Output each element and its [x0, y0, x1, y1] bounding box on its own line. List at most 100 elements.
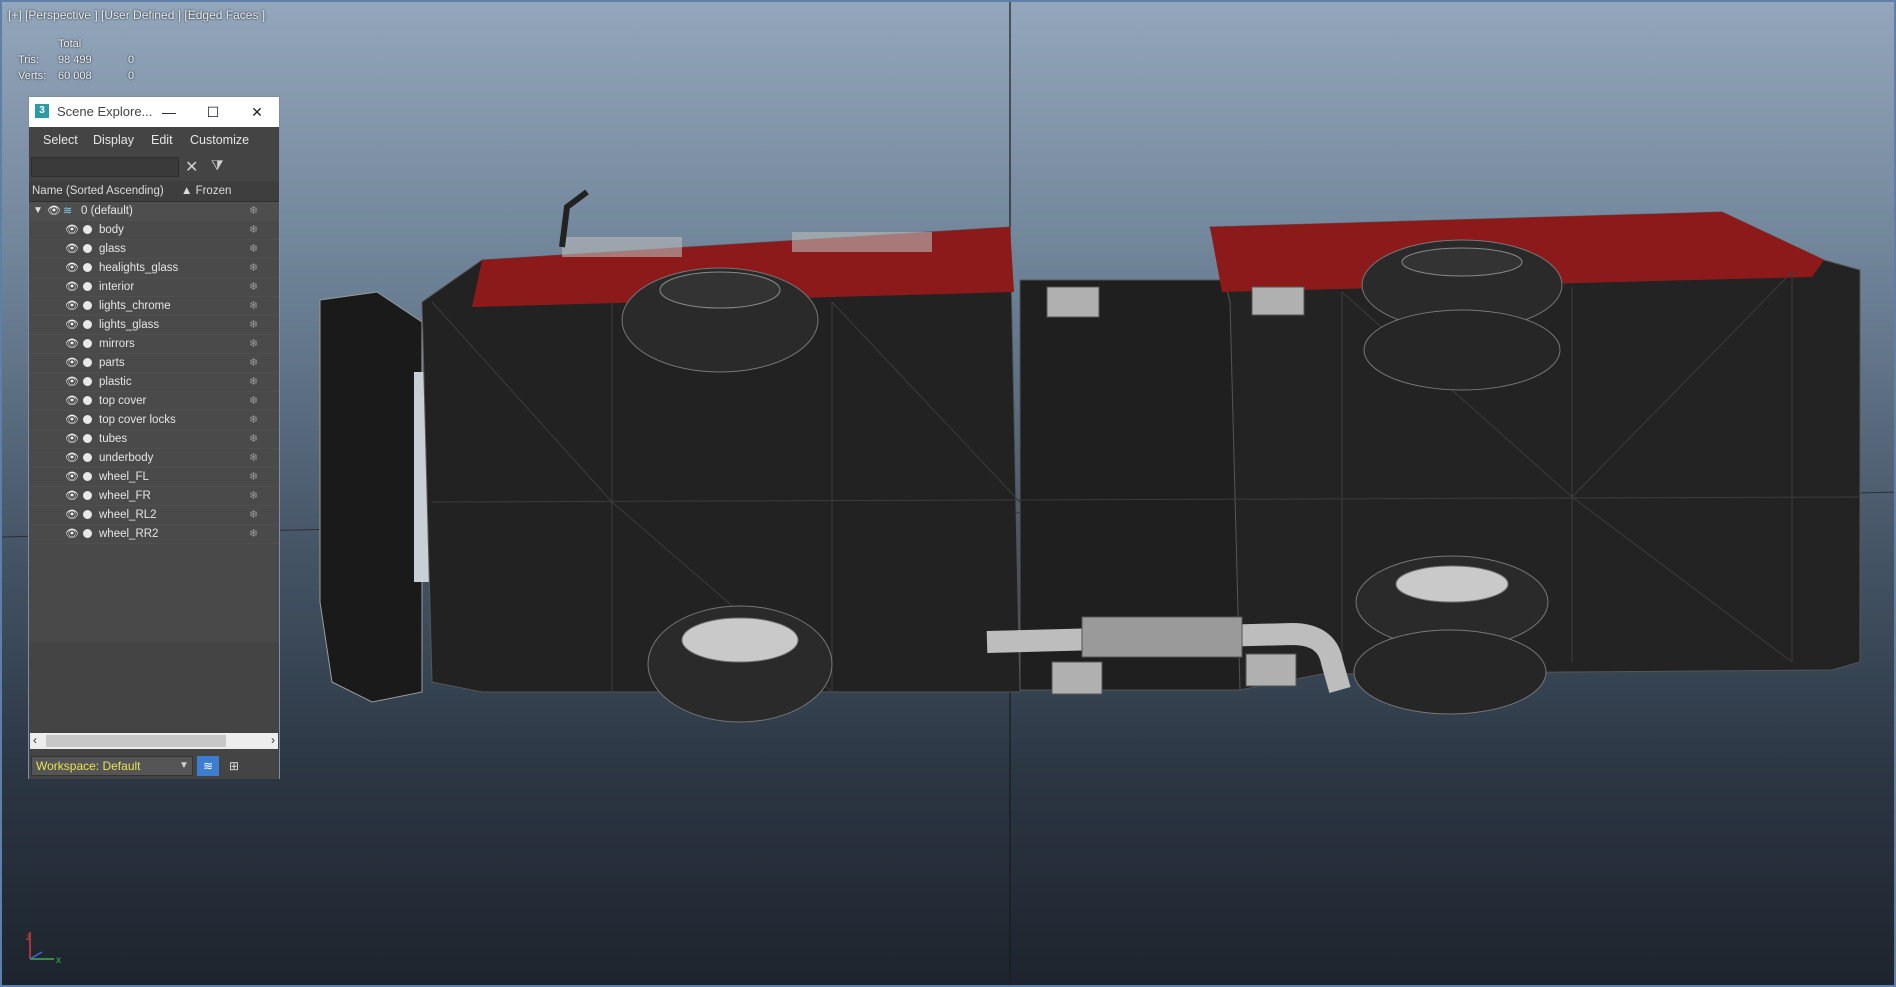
object-row[interactable]: 👁 glass ❄ [29, 240, 279, 259]
object-row[interactable]: 👁 top cover locks ❄ [29, 411, 279, 430]
app-icon: 3 [35, 104, 49, 118]
object-row[interactable]: 👁 wheel_RL2 ❄ [29, 506, 279, 525]
object-row[interactable]: 👁 plastic ❄ [29, 373, 279, 392]
object-name: underbody [99, 452, 154, 464]
close-button[interactable]: ✕ [235, 97, 279, 127]
eye-icon[interactable]: 👁 [65, 221, 79, 239]
layer-stack-icon: ≋ [63, 205, 73, 217]
snowflake-icon[interactable]: ❄ [249, 202, 258, 220]
exhaust-muffler [1081, 616, 1243, 658]
snowflake-icon[interactable]: ❄ [249, 506, 258, 524]
object-row[interactable]: 👁 interior ❄ [29, 278, 279, 297]
search-input[interactable] [31, 157, 179, 177]
eye-icon[interactable]: 👁 [65, 506, 79, 524]
scene-explorer-titlebar[interactable]: 3 Scene Explore... — ☐ ✕ [29, 97, 279, 127]
eye-icon[interactable]: 👁 [65, 354, 79, 372]
minimize-button[interactable]: — [147, 97, 191, 127]
object-name: lights_glass [99, 319, 160, 331]
menu-customize[interactable]: Customize [190, 133, 249, 147]
snowflake-icon[interactable]: ❄ [249, 259, 258, 277]
eye-icon[interactable]: 👁 [65, 335, 79, 353]
wheel-rear-bottom-2 [1353, 629, 1547, 715]
eye-icon[interactable]: 👁 [65, 411, 79, 429]
snowflake-icon[interactable]: ❄ [249, 430, 258, 448]
object-row[interactable]: 👁 lights_chrome ❄ [29, 297, 279, 316]
horizontal-scrollbar[interactable]: ‹ › [30, 733, 278, 749]
object-name: tubes [99, 433, 128, 445]
eye-icon[interactable]: 👁 [65, 430, 79, 448]
eye-icon[interactable]: 👁 [65, 449, 79, 467]
menu-select[interactable]: Select [43, 133, 78, 147]
snowflake-icon[interactable]: ❄ [249, 449, 258, 467]
object-row[interactable]: 👁 mirrors ❄ [29, 335, 279, 354]
object-name: interior [99, 281, 135, 293]
snowflake-icon[interactable]: ❄ [249, 354, 258, 372]
eye-icon[interactable]: 👁 [65, 373, 79, 391]
object-icon [83, 453, 92, 462]
snowflake-icon[interactable]: ❄ [249, 525, 258, 543]
eye-icon[interactable]: 👁 [65, 259, 79, 277]
object-name: parts [99, 357, 125, 369]
workspace-dropdown[interactable]: Workspace: Default [31, 756, 193, 776]
eye-icon[interactable]: 👁 [65, 468, 79, 486]
scene-explorer-window[interactable]: 3 Scene Explore... — ☐ ✕ Select Display … [28, 96, 280, 779]
object-row[interactable]: 👁 wheel_RR2 ❄ [29, 525, 279, 544]
frozen-column-header[interactable]: ▲ Frozen [181, 181, 231, 201]
scroll-right-icon[interactable]: › [271, 733, 275, 747]
object-icon [83, 339, 92, 348]
chevron-down-icon[interactable]: ▼ [179, 756, 189, 776]
scroll-left-icon[interactable]: ‹ [33, 733, 37, 747]
snowflake-icon[interactable]: ❄ [249, 240, 258, 258]
expand-arrow-icon[interactable]: ▼ [33, 202, 43, 220]
wheel-front-top [621, 267, 819, 373]
perspective-viewport[interactable]: z x [+] [Perspective] [User Defined] [… [0, 0, 1896, 987]
object-row[interactable]: 👁 parts ❄ [29, 354, 279, 373]
menu-display[interactable]: Display [93, 133, 134, 147]
snowflake-icon[interactable]: ❄ [249, 297, 258, 315]
snowflake-icon[interactable]: ❄ [249, 373, 258, 391]
object-row[interactable]: 👁 wheel_FL ❄ [29, 468, 279, 487]
snowflake-icon[interactable]: ❄ [249, 468, 258, 486]
eye-icon[interactable]: 👁 [65, 297, 79, 315]
wheel-rear-top-2 [1363, 309, 1561, 391]
eye-icon[interactable]: 👁 [65, 240, 79, 258]
object-row[interactable]: 👁 tubes ❄ [29, 430, 279, 449]
hierarchy-button[interactable]: ⊞ [223, 756, 245, 776]
clear-icon[interactable]: ✕ [185, 157, 198, 177]
viewport-label[interactable]: [+] [Perspective ] [User Defined ] [Edge… [8, 8, 265, 22]
object-name: top cover [99, 395, 147, 407]
truck-model[interactable] [2, 2, 1896, 987]
filter-icon[interactable]: ⧩ [211, 157, 224, 174]
eye-icon[interactable]: 👁 [65, 316, 79, 334]
step-top-2 [1251, 286, 1305, 316]
eye-icon[interactable]: 👁 [65, 487, 79, 505]
scroll-thumb[interactable] [46, 735, 226, 747]
layer-explorer-button[interactable]: ≋ [197, 756, 219, 776]
name-column-header[interactable]: Name (Sorted Ascending) [32, 181, 164, 201]
object-row[interactable]: 👁 top cover ❄ [29, 392, 279, 411]
snowflake-icon[interactable]: ❄ [249, 392, 258, 410]
snowflake-icon[interactable]: ❄ [249, 316, 258, 334]
front-bumper [319, 291, 423, 703]
eye-icon[interactable]: 👁 [47, 202, 61, 220]
eye-icon[interactable]: 👁 [65, 525, 79, 543]
object-row[interactable]: 👁 body ❄ [29, 221, 279, 240]
object-icon [83, 301, 92, 310]
object-row[interactable]: 👁 underbody ❄ [29, 449, 279, 468]
snowflake-icon[interactable]: ❄ [249, 487, 258, 505]
object-row[interactable]: 👁 lights_glass ❄ [29, 316, 279, 335]
snowflake-icon[interactable]: ❄ [249, 221, 258, 239]
object-row[interactable]: 👁 wheel_FR ❄ [29, 487, 279, 506]
object-name: lights_chrome [99, 300, 171, 312]
object-row[interactable]: 👁 healights_glass ❄ [29, 259, 279, 278]
eye-icon[interactable]: 👁 [65, 392, 79, 410]
layer-row[interactable]: ▼ 👁 ≋ 0 (default) ❄ [29, 202, 279, 221]
snowflake-icon[interactable]: ❄ [249, 278, 258, 296]
snowflake-icon[interactable]: ❄ [249, 335, 258, 353]
layer-name: 0 (default) [81, 205, 133, 217]
snowflake-icon[interactable]: ❄ [249, 411, 258, 429]
eye-icon[interactable]: 👁 [65, 278, 79, 296]
menu-edit[interactable]: Edit [151, 133, 173, 147]
object-icon [83, 510, 92, 519]
maximize-button[interactable]: ☐ [191, 97, 235, 127]
